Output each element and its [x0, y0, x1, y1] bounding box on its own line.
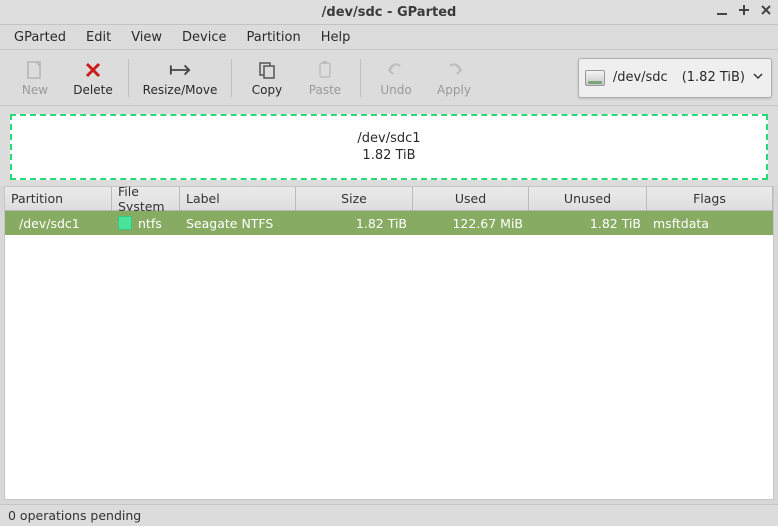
cell-partition: /dev/sdc1 [5, 216, 112, 231]
header-filesystem[interactable]: File System [112, 187, 180, 210]
apply-icon [443, 59, 465, 81]
undo-label: Undo [380, 83, 411, 97]
cell-used: 122.67 MiB [413, 216, 529, 231]
row-fs: ntfs [138, 216, 162, 231]
copy-icon [256, 59, 278, 81]
undo-icon [385, 59, 407, 81]
chevron-down-icon [753, 70, 763, 85]
delete-button[interactable]: Delete [64, 53, 122, 103]
cell-filesystem: ntfs [112, 216, 180, 231]
copy-label: Copy [252, 83, 282, 97]
device-selector[interactable]: /dev/sdc (1.82 TiB) [578, 58, 772, 98]
header-used[interactable]: Used [413, 187, 529, 210]
resize-move-button[interactable]: Resize/Move [135, 53, 225, 103]
table-row[interactable]: /dev/sdc1 ntfs Seagate NTFS 1.82 TiB 122… [5, 211, 773, 235]
toolbar-separator [128, 59, 129, 97]
paste-icon [314, 59, 336, 81]
device-name: /dev/sdc [613, 70, 668, 85]
toolbar-separator [360, 59, 361, 97]
partition-table: Partition File System Label Size Used Un… [4, 186, 774, 500]
undo-button[interactable]: Undo [367, 53, 425, 103]
titlebar: /dev/sdc - GParted [0, 0, 778, 25]
header-label[interactable]: Label [180, 187, 296, 210]
paste-label: Paste [309, 83, 341, 97]
cell-label: Seagate NTFS [180, 216, 296, 231]
toolbar-separator [231, 59, 232, 97]
maximize-icon[interactable] [738, 4, 750, 20]
delete-icon [82, 59, 104, 81]
menu-partition[interactable]: Partition [239, 27, 309, 48]
status-text: 0 operations pending [8, 508, 141, 523]
partition-graph[interactable]: /dev/sdc1 1.82 TiB [10, 114, 768, 180]
table-header: Partition File System Label Size Used Un… [5, 187, 773, 211]
device-size: (1.82 TiB) [682, 70, 745, 85]
resize-icon [169, 59, 191, 81]
window-title: /dev/sdc - GParted [0, 5, 778, 20]
table-body: /dev/sdc1 ntfs Seagate NTFS 1.82 TiB 122… [5, 211, 773, 499]
copy-button[interactable]: Copy [238, 53, 296, 103]
menu-device[interactable]: Device [174, 27, 234, 48]
delete-label: Delete [73, 83, 112, 97]
graph-partition-name: /dev/sdc1 [357, 131, 420, 146]
new-label: New [22, 83, 48, 97]
header-flags[interactable]: Flags [647, 187, 773, 210]
minimize-icon[interactable] [716, 4, 728, 20]
disk-icon [585, 70, 605, 86]
row-partition-name: /dev/sdc1 [19, 216, 80, 231]
menu-view[interactable]: View [123, 27, 170, 48]
resize-label: Resize/Move [143, 83, 218, 97]
close-icon[interactable] [760, 4, 772, 20]
new-icon [24, 59, 46, 81]
cell-size: 1.82 TiB [296, 216, 413, 231]
menubar: GParted Edit View Device Partition Help [0, 25, 778, 50]
apply-label: Apply [437, 83, 471, 97]
menu-gparted[interactable]: GParted [6, 27, 74, 48]
new-button[interactable]: New [6, 53, 64, 103]
cell-flags: msftdata [647, 216, 773, 231]
apply-button[interactable]: Apply [425, 53, 483, 103]
header-partition[interactable]: Partition [5, 187, 112, 210]
fs-color-swatch [118, 216, 132, 230]
menu-edit[interactable]: Edit [78, 27, 119, 48]
graph-partition-size: 1.82 TiB [362, 148, 415, 163]
paste-button[interactable]: Paste [296, 53, 354, 103]
menu-help[interactable]: Help [313, 27, 359, 48]
header-unused[interactable]: Unused [529, 187, 647, 210]
cell-unused: 1.82 TiB [529, 216, 647, 231]
statusbar: 0 operations pending [0, 504, 778, 526]
window-controls [716, 0, 772, 24]
partition-graph-area: /dev/sdc1 1.82 TiB [0, 106, 778, 186]
toolbar: New Delete Resize/Move Copy [0, 50, 778, 106]
header-size[interactable]: Size [296, 187, 413, 210]
